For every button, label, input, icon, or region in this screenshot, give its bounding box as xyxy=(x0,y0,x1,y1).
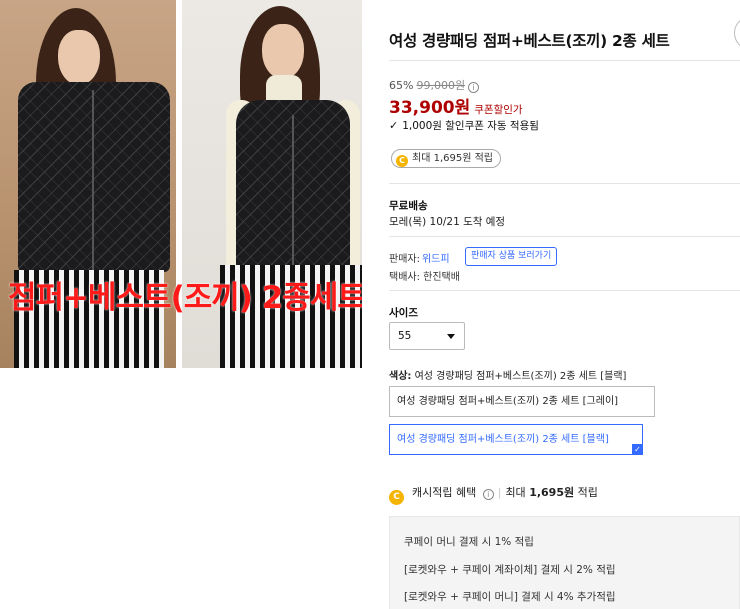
chevron-down-icon xyxy=(447,334,455,339)
seller-name-link[interactable]: 위드피 xyxy=(422,254,450,265)
color-option-gray[interactable]: 여성 경량패딩 점퍼+베스트(조끼) 2종 세트 [그레이] xyxy=(389,386,655,417)
reward-badge[interactable]: C 최대 1,695원 적립 xyxy=(391,149,501,168)
arrival-date: 모레(목) 10/21 도착 예정 xyxy=(389,216,506,228)
seller-products-button[interactable]: 판매자 상품 보러가기 xyxy=(465,247,558,266)
coin-icon: C xyxy=(389,490,404,505)
size-label: 사이즈 xyxy=(389,307,418,319)
benefit-line: 쿠페이 머니 결제 시 1% 적립 xyxy=(404,536,534,548)
divider xyxy=(389,290,740,291)
divider xyxy=(389,183,740,184)
discount-row: 65% 99,000원 i xyxy=(389,77,480,93)
image-overlay-text: 점퍼+베스트(조끼) 2종세트 xyxy=(8,280,362,316)
cash-reward-row: C 캐시적립 혜택 i | 최대 1,695원 적립 xyxy=(389,484,598,505)
shipping-title: 무료배송 xyxy=(389,200,428,212)
original-price: 99,000원 xyxy=(416,79,466,92)
benefit-line: [로켓와우 + 쿠페이 머니] 결제 시 4% 추가적립 xyxy=(404,591,616,603)
check-icon: ✓ xyxy=(389,119,399,132)
info-icon[interactable]: i xyxy=(482,489,494,500)
divider xyxy=(389,60,740,61)
product-title: 여성 경량패딩 점퍼+베스트(조끼) 2종 세트 xyxy=(389,32,670,50)
info-icon[interactable]: i xyxy=(468,82,480,93)
coupon-price-label: 쿠폰할인가 xyxy=(474,104,523,116)
divider xyxy=(389,236,740,237)
share-button[interactable] xyxy=(734,16,740,50)
sale-price-row: 33,900원 쿠폰할인가 xyxy=(389,93,523,118)
product-detail-panel: 여성 경량패딩 점퍼+베스트(조끼) 2종 세트 65% 99,000원 i 33,… xyxy=(389,0,740,609)
seller-row: 판매자: 위드피 xyxy=(389,254,450,265)
sale-price: 33,900원 xyxy=(389,98,471,118)
courier-info: 택배사: 한진택배 xyxy=(389,272,460,283)
coin-icon: C xyxy=(396,155,408,167)
color-label: 색상: 여성 경량패딩 점퍼+베스트(조끼) 2종 세트 [블랙] xyxy=(389,371,627,382)
benefit-box: 쿠페이 머니 결제 시 1% 적립 [로켓와우 + 쿠페이 계좌이체] 결제 시… xyxy=(389,516,740,609)
size-select[interactable]: 55 xyxy=(389,322,465,350)
color-option-black[interactable]: 여성 경량패딩 점퍼+베스트(조끼) 2종 세트 [블랙] ✓ xyxy=(389,424,643,455)
check-icon: ✓ xyxy=(632,444,643,455)
product-image[interactable]: 점퍼+베스트(조끼) 2종세트 xyxy=(0,0,362,368)
coupon-auto-applied: ✓ 1,000원 할인쿠폰 자동 적용됨 xyxy=(389,119,539,132)
discount-rate: 65% xyxy=(389,79,414,92)
benefit-line: [로켓와우 + 쿠페이 계좌이체] 결제 시 2% 적립 xyxy=(404,564,616,576)
